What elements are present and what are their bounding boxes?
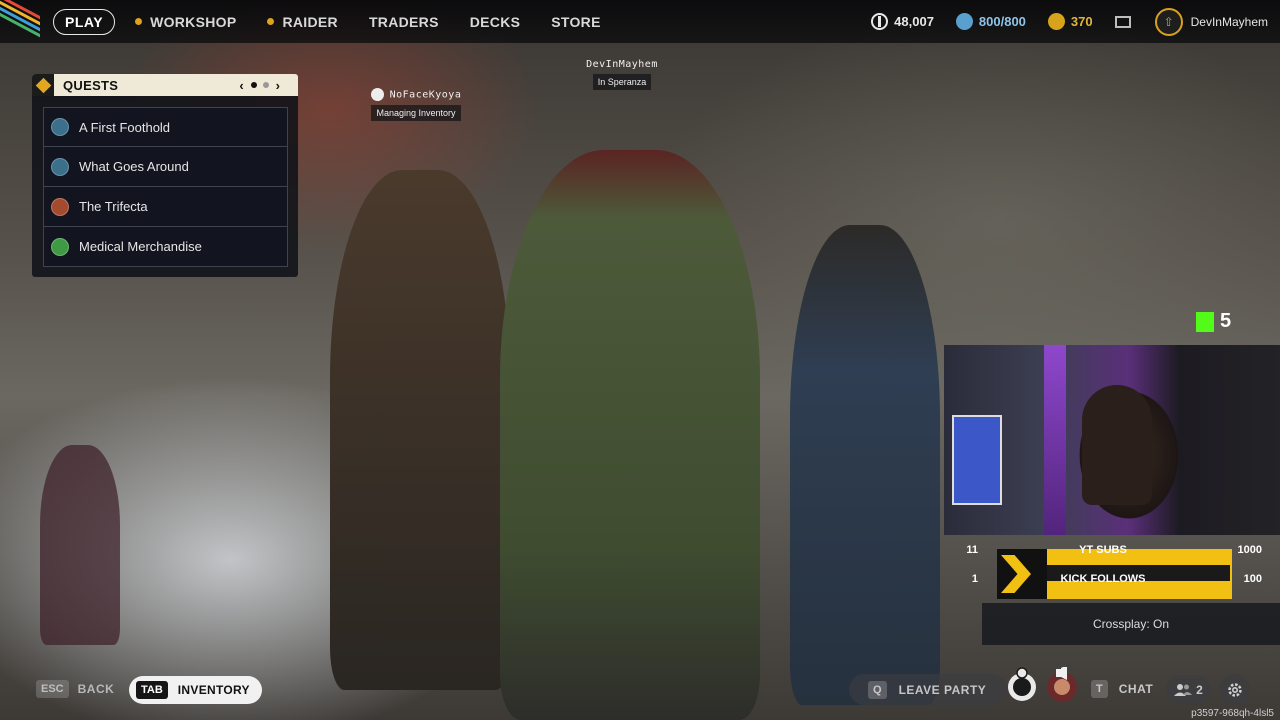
session-id: p3597-968qh-4lsl5: [1191, 708, 1274, 719]
stream-goals: 11 YT SUBS 1000 1 KICK FOLLOWS 100: [946, 535, 1262, 593]
trader-portrait-icon: [51, 118, 69, 136]
inventory-label: INVENTORY: [177, 683, 250, 697]
character-right: [790, 225, 940, 705]
notification-dot-icon: [135, 18, 143, 25]
quest-item[interactable]: A First Foothold: [43, 107, 288, 147]
coins-value: 48,007: [894, 14, 934, 29]
nav-store[interactable]: STORE: [551, 14, 600, 30]
gear-icon: [1227, 682, 1242, 697]
leave-party-button[interactable]: Q LEAVE PARTY: [849, 674, 1007, 705]
player-status: Managing Inventory: [371, 105, 461, 121]
key-hint: T: [1091, 680, 1108, 698]
quests-header: QUESTS ‹ ›: [32, 74, 298, 96]
quest-label: The Trifecta: [79, 199, 148, 214]
goal-target: 100: [1243, 572, 1262, 585]
settings-button[interactable]: [1219, 674, 1250, 705]
back-label: BACK: [77, 682, 115, 696]
wall-poster: [952, 415, 1002, 505]
goal-label: KICK FOLLOWS: [1060, 572, 1146, 585]
chevron-left-icon[interactable]: ‹: [239, 78, 243, 93]
chevron-right-icon[interactable]: ›: [276, 78, 280, 93]
player-name: DevInMayhem: [586, 59, 658, 70]
chat-button[interactable]: T CHAT: [1091, 680, 1153, 698]
quest-item[interactable]: Medical Merchandise: [43, 227, 288, 267]
kick-viewer-count: 5: [1196, 310, 1231, 333]
coins-balance: 48,007: [871, 13, 934, 30]
nav-workshop[interactable]: WORKSHOP: [135, 14, 236, 30]
chat-label: CHAT: [1118, 682, 1154, 696]
character-center: [500, 150, 760, 720]
player-name: NoFaceKyoya: [389, 89, 462, 101]
goal-current: 1: [971, 572, 978, 585]
quests-title: QUESTS: [63, 77, 119, 93]
play-button[interactable]: PLAY: [53, 8, 116, 35]
mail-icon[interactable]: [1114, 15, 1131, 28]
quests-panel: QUESTS ‹ › A First Foothold What Goes Ar…: [32, 74, 298, 277]
nav-decks[interactable]: DECKS: [470, 14, 521, 30]
brand-stripes: [0, 0, 40, 43]
quest-label: What Goes Around: [79, 159, 189, 174]
gold-icon: [1047, 13, 1065, 30]
friends-count: 2: [1196, 682, 1203, 697]
goal-label: YT SUBS: [1079, 543, 1127, 556]
back-button[interactable]: ESC BACK: [36, 680, 114, 698]
credits-balance: 800/800: [955, 13, 1026, 30]
goal-row: 1 KICK FOLLOWS 100: [946, 564, 1262, 593]
nav-raider-label: RAIDER: [282, 13, 338, 30]
quest-label: A First Foothold: [79, 119, 171, 135]
trader-portrait-icon: [51, 237, 69, 256]
coin-icon: [871, 13, 889, 30]
key-hint: Q: [868, 680, 887, 699]
character-left: [330, 170, 510, 690]
credits-value: 800/800: [978, 14, 1026, 29]
quest-item[interactable]: The Trifecta: [43, 187, 288, 227]
quest-item[interactable]: What Goes Around: [43, 147, 288, 187]
kick-count-value: 5: [1220, 310, 1232, 332]
kick-logo-icon: [1196, 311, 1214, 332]
leave-party-label: LEAVE PARTY: [898, 682, 987, 697]
key-hint: ESC: [36, 680, 69, 698]
gold-balance: 370: [1047, 13, 1093, 30]
goal-current: 11: [966, 543, 978, 556]
page-dot-active: [250, 82, 257, 88]
background-npc: [40, 445, 120, 645]
trader-portrait-icon: [51, 157, 69, 176]
avatar[interactable]: ⇧: [1154, 7, 1183, 36]
goal-row: 11 YT SUBS 1000: [946, 535, 1262, 564]
nav-traders[interactable]: TRADERS: [369, 14, 439, 30]
credits-icon: [955, 13, 973, 30]
party-member-avatar[interactable]: [1006, 667, 1038, 703]
goal-target: 1000: [1237, 543, 1262, 556]
player-tag-nofacekyoya: NoFaceKyoya Managing Inventory: [366, 88, 466, 121]
rank-chevron-icon: ⇧: [1163, 14, 1174, 29]
led-light: [1044, 345, 1066, 535]
friends-button[interactable]: 2: [1166, 675, 1211, 704]
account-bar: 48,007 800/800 370 ⇧ DevInMayhem: [849, 0, 1268, 43]
page-dot: [262, 82, 269, 88]
quests-pager: ‹ ›: [235, 74, 284, 96]
top-nav-bar: PLAY WORKSHOP RAIDER TRADERS DECKS STORE…: [0, 0, 1280, 43]
nav-workshop-label: WORKSHOP: [150, 13, 237, 30]
streamer: [1082, 385, 1152, 505]
main-nav: PLAY WORKSHOP RAIDER TRADERS DECKS STORE: [53, 0, 632, 43]
quest-list: A First Foothold What Goes Around The Tr…: [32, 96, 298, 277]
inventory-button[interactable]: TAB INVENTORY: [129, 676, 262, 704]
player-tag-devinmayhem: DevInMayhem In Speranza: [572, 59, 672, 90]
player-status: In Speranza: [592, 74, 652, 90]
party-member-avatar-speaking[interactable]: [1046, 667, 1078, 703]
gold-value: 370: [1070, 14, 1093, 29]
users-icon: [1174, 684, 1193, 696]
username: DevInMayhem: [1190, 14, 1268, 29]
party-leader-icon: [370, 88, 384, 101]
quest-diamond-icon: [32, 74, 54, 96]
notification-dot-icon: [267, 18, 275, 25]
crossplay-status: Crossplay: On: [982, 603, 1280, 645]
quest-label: Medical Merchandise: [79, 239, 202, 254]
webcam-feed: [944, 345, 1280, 535]
nav-raider[interactable]: RAIDER: [267, 13, 338, 30]
trader-portrait-icon: [51, 197, 69, 216]
key-hint: TAB: [136, 681, 168, 699]
